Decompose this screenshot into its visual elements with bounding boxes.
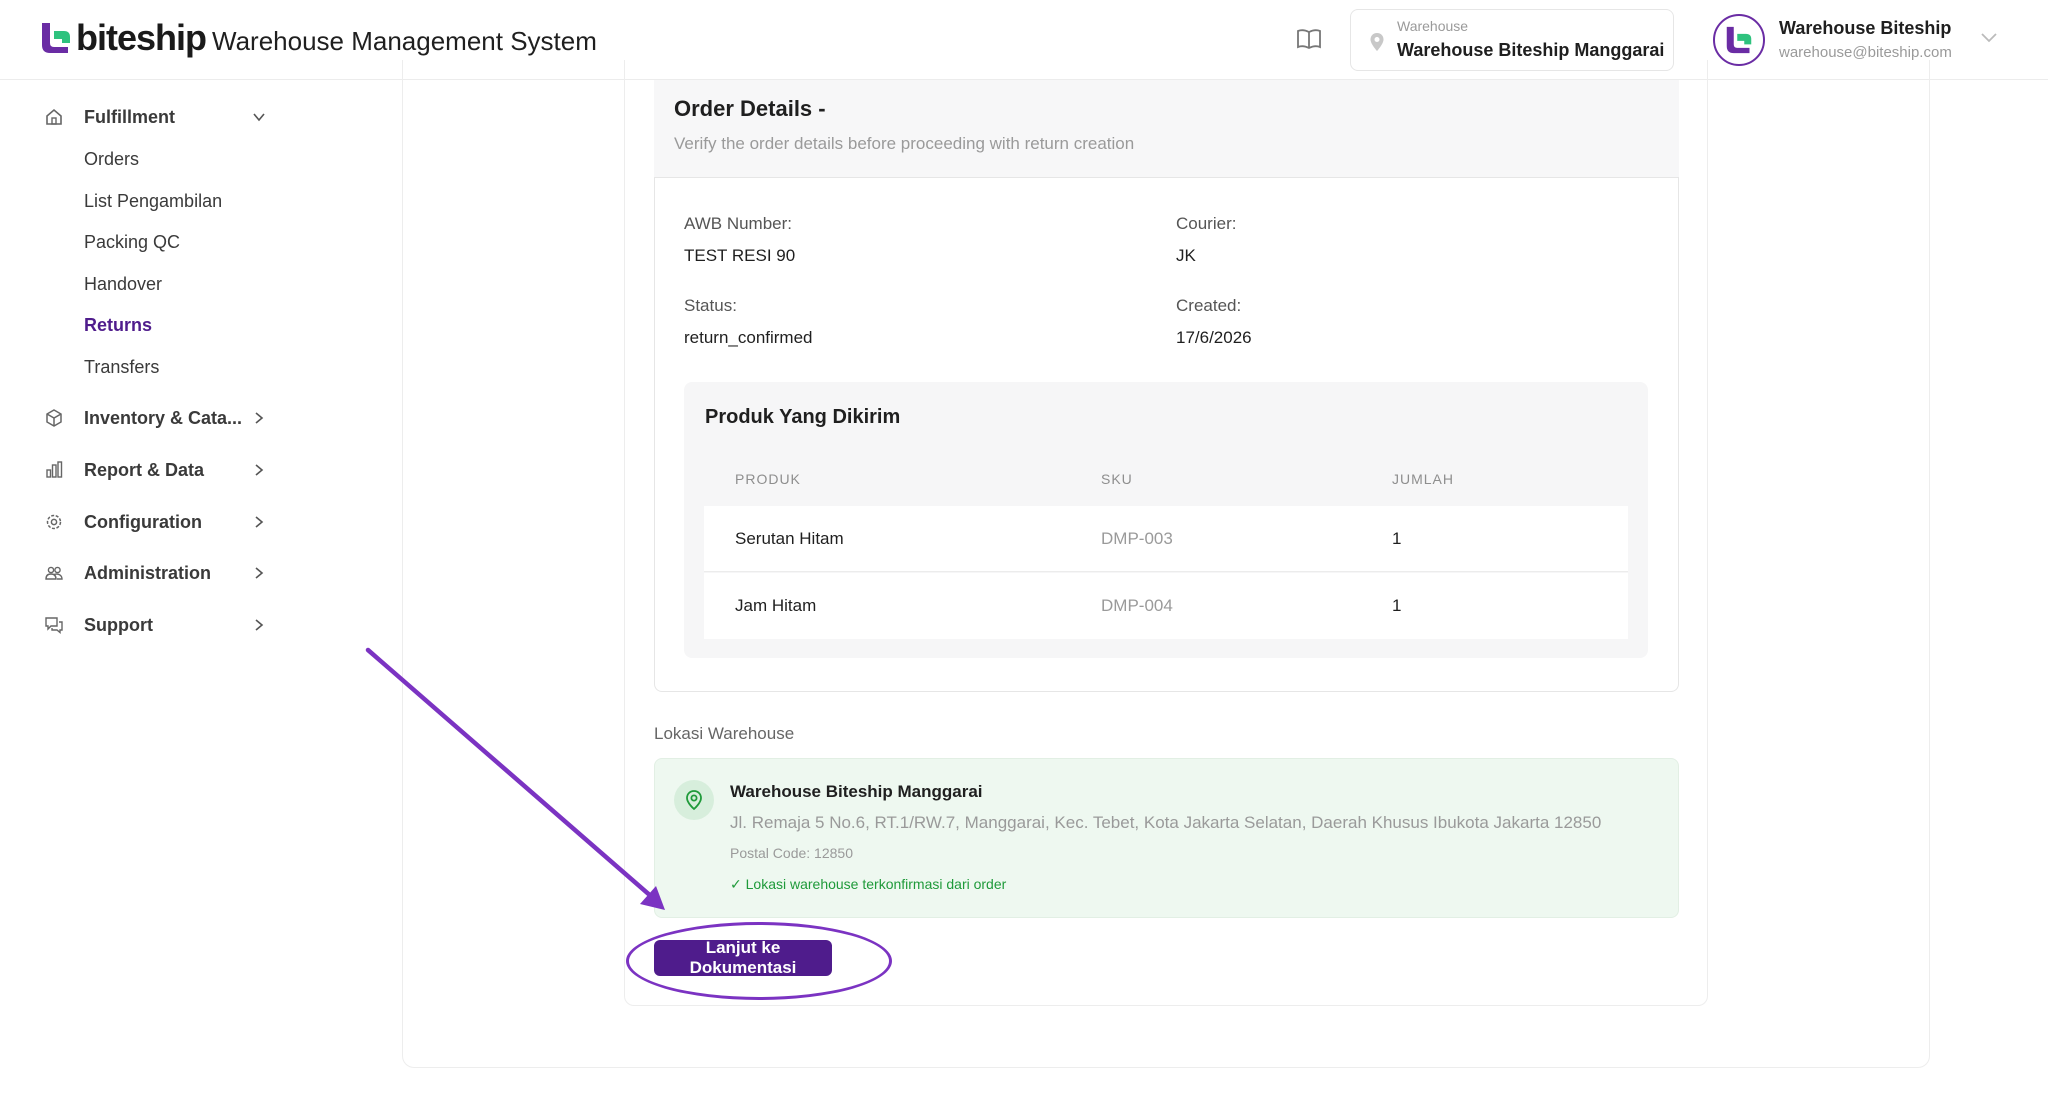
annotation-highlight-circle: [626, 922, 892, 1000]
warehouse-label: Warehouse: [1397, 18, 1469, 34]
status-value: return_confirmed: [684, 328, 813, 347]
biteship-logo-mark-icon: [42, 23, 70, 53]
sidebar-group-label: Administration: [84, 562, 212, 583]
chevron-down-icon[interactable]: [1980, 32, 1998, 44]
order-details-header: [654, 80, 1679, 178]
cube-icon: [46, 409, 62, 427]
sidebar-item-transfers[interactable]: Transfers: [84, 357, 159, 378]
cell-produk: Jam Hitam: [735, 596, 817, 615]
table-row: Serutan Hitam DMP-003 1: [704, 506, 1628, 572]
avatar[interactable]: [1713, 14, 1765, 66]
warehouse-location-address: Jl. Remaja 5 No.6, RT.1/RW.7, Manggarai,…: [730, 813, 1602, 832]
sidebar-group-inventory[interactable]: Inventory & Cata...: [44, 403, 266, 433]
sidebar-item-list-pengambilan[interactable]: List Pengambilan: [84, 191, 222, 212]
chevron-right-icon: [255, 516, 264, 528]
avatar-logo-icon: [1726, 26, 1752, 54]
gear-icon: [46, 514, 62, 530]
user-name: Warehouse Biteship: [1779, 18, 1952, 38]
awb-label: AWB Number:: [684, 214, 793, 233]
chevron-right-icon: [255, 412, 264, 424]
sidebar-item-returns[interactable]: Returns: [84, 315, 152, 336]
order-details-subtitle: Verify the order details before proceedi…: [674, 134, 1135, 153]
column-header-produk: PRODUK: [735, 471, 801, 487]
cell-produk: Serutan Hitam: [735, 529, 844, 548]
created-value: 17/6/2026: [1176, 328, 1252, 347]
awb-value: TEST RESI 90: [684, 246, 796, 265]
chevron-down-icon: [253, 113, 265, 122]
cell-sku: DMP-004: [1101, 596, 1173, 615]
sidebar-group-label: Inventory & Cata...: [84, 407, 243, 428]
chevron-right-icon: [255, 567, 264, 579]
courier-label: Courier:: [1176, 214, 1237, 233]
sidebar-group-label: Report & Data: [84, 459, 205, 480]
column-header-jumlah: JUMLAH: [1392, 471, 1455, 487]
table-row: Jam Hitam DMP-004 1: [704, 573, 1628, 639]
bar-chart-icon: [46, 461, 63, 478]
warehouse-location-label: Lokasi Warehouse: [654, 724, 795, 743]
sidebar-item-packing-qc[interactable]: Packing QC: [84, 232, 180, 253]
annotation-arrow-icon: [365, 647, 665, 910]
location-pin-icon: [686, 790, 702, 811]
sidebar: Fulfillment Orders List Pengambilan Pack…: [0, 81, 290, 1116]
sidebar-group-label: Support: [84, 614, 153, 635]
sidebar-group-configuration[interactable]: Configuration: [44, 507, 266, 537]
sidebar-group-label: Configuration: [84, 511, 202, 532]
home-icon: [46, 108, 62, 125]
cell-jumlah: 1: [1392, 596, 1402, 615]
biteship-logo[interactable]: biteship: [40, 17, 207, 58]
courier-value: JK: [1176, 246, 1196, 265]
cell-jumlah: 1: [1392, 529, 1402, 548]
sidebar-group-report[interactable]: Report & Data: [44, 455, 266, 485]
sidebar-group-label: Fulfillment: [84, 106, 175, 127]
sidebar-group-fulfillment[interactable]: Fulfillment: [44, 102, 266, 132]
warehouse-location-name: Warehouse Biteship Manggarai: [730, 782, 983, 801]
sidebar-group-support[interactable]: Support: [44, 610, 266, 640]
chevron-right-icon: [255, 464, 264, 476]
products-title: Produk Yang Dikirim: [705, 406, 901, 428]
map-pin-icon: [1370, 33, 1384, 51]
status-label: Status:: [684, 296, 737, 315]
user-email: warehouse@biteship.com: [1779, 44, 1952, 61]
sidebar-group-administration[interactable]: Administration: [44, 558, 266, 588]
warehouse-confirmed-note: ✓ Lokasi warehouse terkonfirmasi dari or…: [730, 876, 1007, 892]
location-icon-badge: [674, 780, 714, 820]
app-title: Warehouse Management System: [212, 26, 597, 56]
users-icon: [45, 566, 63, 580]
chevron-right-icon: [255, 619, 264, 631]
warehouse-postal-code: Postal Code: 12850: [730, 845, 853, 861]
book-icon[interactable]: [1296, 28, 1322, 50]
chat-bubbles-icon: [45, 617, 63, 634]
order-details-title: Order Details -: [674, 96, 826, 121]
brand-name: biteship: [76, 17, 207, 58]
sidebar-item-orders[interactable]: Orders: [84, 149, 139, 170]
column-header-sku: SKU: [1101, 471, 1133, 487]
created-label: Created:: [1176, 296, 1242, 315]
sidebar-item-handover[interactable]: Handover: [84, 274, 162, 295]
warehouse-name: Warehouse Biteship Manggarai: [1397, 40, 1665, 60]
cell-sku: DMP-003: [1101, 529, 1173, 548]
